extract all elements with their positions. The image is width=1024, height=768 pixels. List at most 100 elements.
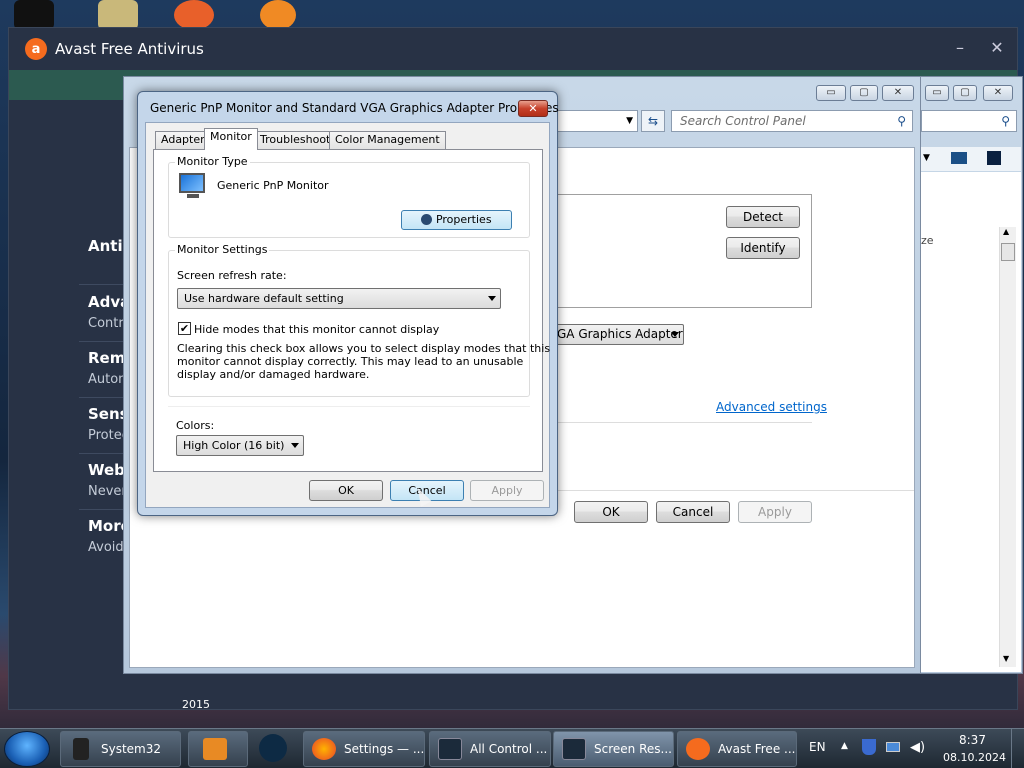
- chevron-down-icon: [671, 332, 679, 337]
- all-control-panel-window: ▭ ▢ ✕ ⚲ ▼ ze ▲ ▼: [920, 76, 1023, 674]
- explorer-icon: [73, 738, 89, 760]
- search-box[interactable]: ⚲: [921, 110, 1017, 132]
- monitor-type-label: Monitor Type: [175, 155, 250, 168]
- defender-shield-icon[interactable]: [862, 739, 876, 755]
- taskbar-item-system32[interactable]: System32: [60, 731, 181, 767]
- cancel-button[interactable]: Cancel: [656, 501, 730, 523]
- language-indicator[interactable]: EN: [809, 740, 826, 754]
- warning-line-2: monitor cannot display correctly. This m…: [177, 355, 524, 368]
- scroll-down-icon[interactable]: ▼: [1003, 654, 1009, 663]
- desktop-icon-media[interactable]: [174, 0, 214, 30]
- divider: [554, 422, 812, 423]
- view-icon[interactable]: [951, 152, 967, 164]
- app-icon: [259, 734, 287, 762]
- start-button[interactable]: [4, 731, 50, 767]
- display-select[interactable]: GA Graphics Adapter: [554, 324, 684, 345]
- search-icon[interactable]: ⚲: [897, 114, 906, 128]
- tab-panel-monitor: Monitor Type Generic PnP Monitor Propert…: [153, 149, 550, 472]
- taskbar-item-app[interactable]: [249, 731, 299, 767]
- tray-expand-icon[interactable]: ▲: [841, 741, 848, 751]
- taskbar-label: Avast Free ...: [718, 742, 796, 756]
- dialog-body: Adapter Monitor Troubleshoot Color Manag…: [145, 122, 550, 508]
- scroll-thumb[interactable]: [1001, 243, 1015, 261]
- refresh-rate-value: Use hardware default setting: [184, 292, 344, 305]
- warning-line-1: Clearing this check box allows you to se…: [177, 342, 551, 355]
- identify-button[interactable]: Identify: [726, 237, 800, 259]
- maximize-button[interactable]: ▢: [953, 85, 977, 101]
- colors-group: Colors: High Color (16 bit): [168, 406, 530, 466]
- help-icon[interactable]: [987, 151, 1001, 165]
- network-icon[interactable]: [886, 742, 900, 752]
- ok-button[interactable]: OK: [574, 501, 648, 523]
- tab-troubleshoot[interactable]: Troubleshoot: [254, 131, 337, 149]
- monitor-settings-group: Monitor Settings Screen refresh rate: Us…: [168, 243, 550, 397]
- properties-label: Properties: [435, 213, 492, 226]
- taskbar-item-avast[interactable]: Avast Free ...: [677, 731, 797, 767]
- refresh-rate-label: Screen refresh rate:: [177, 269, 287, 282]
- tab-color-management[interactable]: Color Management: [329, 131, 446, 149]
- taskbar-label: Screen Res...: [594, 742, 672, 756]
- media-player-icon: [203, 738, 227, 760]
- minimize-button[interactable]: ▭: [816, 85, 846, 101]
- colors-select[interactable]: High Color (16 bit): [176, 435, 304, 456]
- detect-button[interactable]: Detect: [726, 206, 800, 228]
- display-select-value: GA Graphics Adapter: [557, 327, 683, 341]
- close-button[interactable]: ✕: [983, 85, 1013, 101]
- firefox-icon: [312, 738, 336, 760]
- chevron-down-icon: [488, 296, 496, 301]
- tab-monitor[interactable]: Monitor: [204, 128, 258, 150]
- scroll-up-icon[interactable]: ▲: [1003, 227, 1009, 236]
- taskbar-item-all-control-panel[interactable]: All Control ...: [429, 731, 551, 767]
- search-input[interactable]: Search Control Panel ⚲: [671, 110, 913, 132]
- avast-close-button[interactable]: ✕: [986, 38, 1008, 57]
- taskbar-item-firefox[interactable]: Settings — ...: [303, 731, 425, 767]
- volume-icon[interactable]: ◀): [910, 740, 925, 755]
- chevron-down-icon[interactable]: ▼: [923, 153, 930, 163]
- desktop-year-label: 2015: [182, 698, 210, 711]
- colors-value: High Color (16 bit): [183, 439, 285, 452]
- clock-time[interactable]: 8:37: [959, 733, 986, 747]
- dialog-title: Generic PnP Monitor and Standard VGA Gra…: [150, 101, 559, 115]
- desktop-icon-folder[interactable]: [98, 0, 138, 30]
- hide-modes-checkbox[interactable]: ✔: [178, 322, 191, 335]
- desktop-icon-hat[interactable]: [14, 0, 54, 30]
- avast-title: Avast Free Antivirus: [55, 40, 204, 58]
- taskbar-label: All Control ...: [470, 742, 548, 756]
- monitor-settings-label: Monitor Settings: [175, 243, 270, 256]
- control-panel-icon: [438, 738, 462, 760]
- scrollbar[interactable]: ▲ ▼: [999, 227, 1016, 667]
- minimize-button[interactable]: ▭: [925, 85, 949, 101]
- avast-minimize-button[interactable]: –: [949, 38, 971, 57]
- close-button[interactable]: ✕: [882, 85, 914, 101]
- monitor-name: Generic PnP Monitor: [217, 179, 329, 192]
- search-icon[interactable]: ⚲: [1001, 114, 1010, 128]
- monitor-icon: [179, 173, 205, 193]
- desktop-icon-app[interactable]: [260, 0, 296, 30]
- avast-logo-icon: a: [25, 38, 47, 60]
- search-placeholder: Search Control Panel: [680, 114, 806, 128]
- refresh-icon[interactable]: ⇆: [641, 110, 665, 132]
- close-button[interactable]: ✕: [518, 100, 548, 117]
- apply-button[interactable]: Apply: [738, 501, 812, 523]
- show-desktop-button[interactable]: [1011, 729, 1024, 768]
- taskbar-item-media[interactable]: [188, 731, 248, 767]
- taskbar-item-screen-resolution[interactable]: Screen Res...: [553, 731, 674, 767]
- tab-adapter[interactable]: Adapter: [155, 131, 211, 149]
- clock-date[interactable]: 08.10.2024: [943, 751, 1006, 764]
- refresh-rate-select[interactable]: Use hardware default setting: [177, 288, 501, 309]
- chevron-down-icon[interactable]: ▼: [626, 116, 633, 126]
- chevron-down-icon: [291, 443, 299, 448]
- address-bar[interactable]: ▼: [554, 110, 638, 132]
- colors-label: Colors:: [176, 419, 215, 432]
- avast-titlebar: a Avast Free Antivirus: [9, 28, 1017, 70]
- monitor-type-group: Monitor Type Generic PnP Monitor Propert…: [168, 155, 530, 238]
- maximize-button[interactable]: ▢: [850, 85, 878, 101]
- advanced-settings-link[interactable]: Advanced settings: [716, 400, 827, 414]
- monitor-icon: [562, 738, 586, 760]
- ok-button[interactable]: OK: [309, 480, 383, 501]
- properties-button[interactable]: Properties: [401, 210, 512, 230]
- warning-line-3: display and/or damaged hardware.: [177, 368, 370, 381]
- apply-button[interactable]: Apply: [470, 480, 544, 501]
- avast-icon: [686, 738, 710, 760]
- side-text: ze: [921, 234, 934, 247]
